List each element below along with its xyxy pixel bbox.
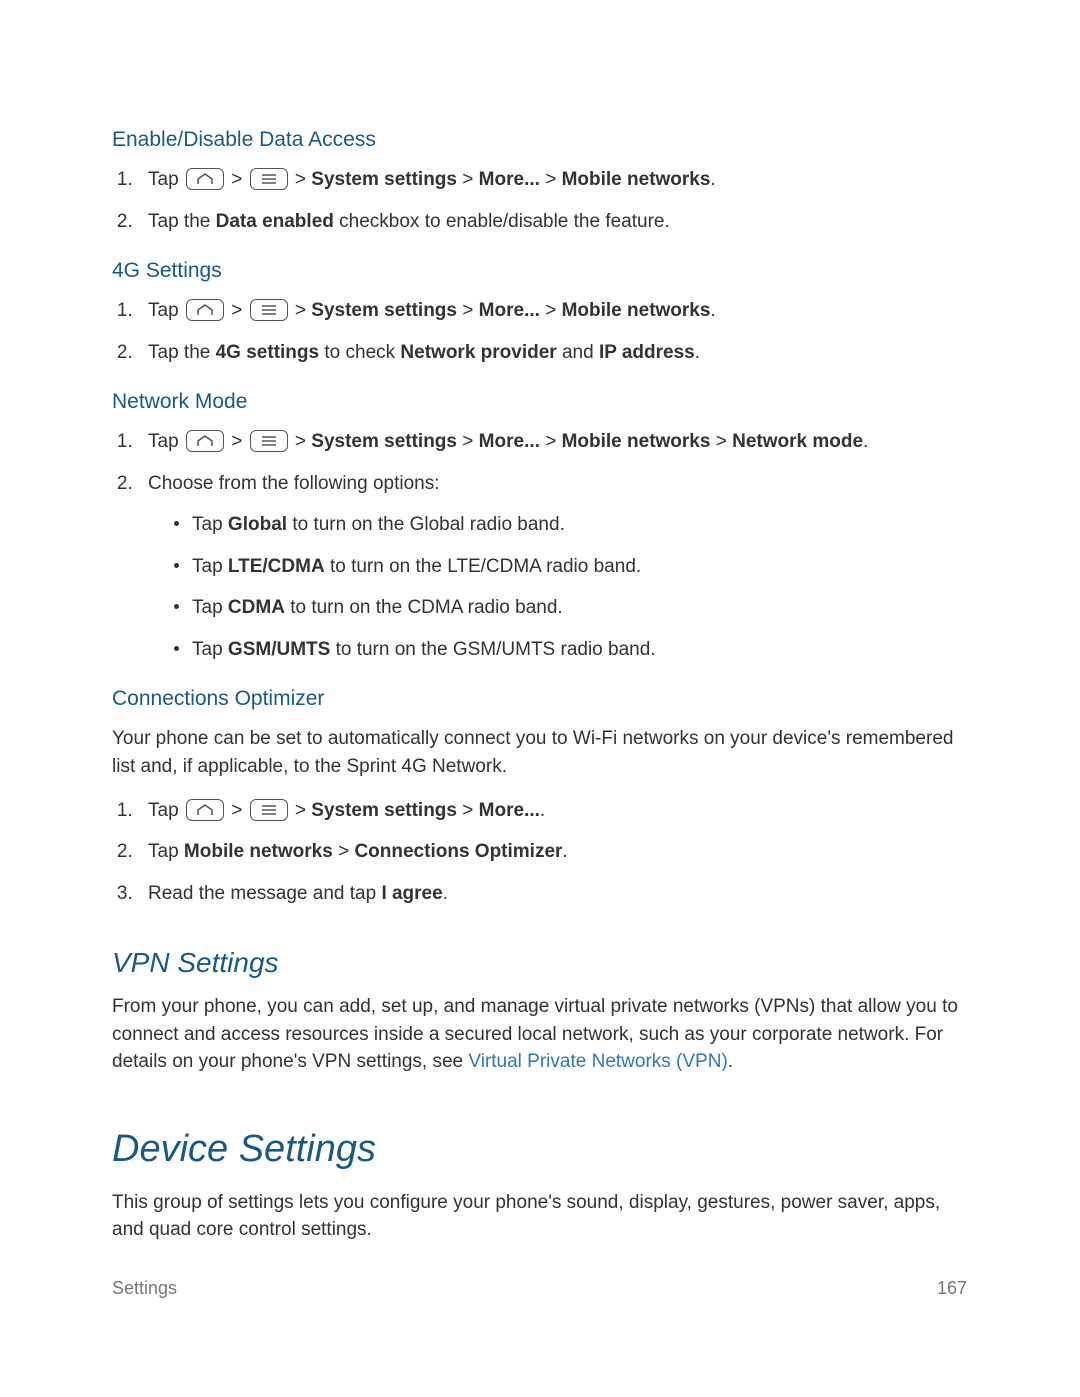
home-icon	[186, 299, 224, 321]
home-icon	[186, 430, 224, 452]
path-more: More...	[479, 169, 540, 190]
path-system-settings: System settings	[311, 300, 457, 321]
list-item: Tap LTE/CDMA to turn on the LTE/CDMA rad…	[192, 553, 967, 581]
path-more: More...	[479, 300, 540, 321]
intro-device: This group of settings lets you configur…	[112, 1189, 967, 1244]
heading-vpn-settings: VPN Settings	[112, 947, 967, 979]
heading-data-access: Enable/Disable Data Access	[112, 128, 967, 152]
link-vpn[interactable]: Virtual Private Networks (VPN)	[468, 1051, 727, 1072]
steps-network-mode: Tap > > System settings > More... > Mobi…	[112, 428, 967, 663]
steps-4g: Tap > > System settings > More... > Mobi…	[112, 297, 967, 366]
list-item: Tap > > System settings > More... > Mobi…	[138, 297, 967, 325]
home-icon	[186, 799, 224, 821]
menu-icon	[250, 168, 288, 190]
menu-icon	[250, 299, 288, 321]
list-item: Tap > > System settings > More... > Mobi…	[138, 428, 967, 456]
page-content: Enable/Disable Data Access Tap > > Syste…	[112, 128, 967, 1260]
path-more: More...	[479, 431, 540, 452]
list-item: Tap > > System settings > More... > Mobi…	[138, 166, 967, 194]
menu-icon	[250, 799, 288, 821]
path-mobile-networks: Mobile networks	[562, 300, 711, 321]
path-system-settings: System settings	[311, 431, 457, 452]
home-icon	[186, 168, 224, 190]
list-item: Read the message and tap I agree.	[138, 880, 967, 908]
page-footer: Settings 167	[112, 1278, 967, 1299]
footer-section: Settings	[112, 1278, 177, 1299]
intro-vpn: From your phone, you can add, set up, an…	[112, 993, 967, 1076]
list-item: Choose from the following options: Tap G…	[138, 470, 967, 664]
heading-4g-settings: 4G Settings	[112, 259, 967, 283]
heading-device-settings: Device Settings	[112, 1128, 967, 1171]
heading-connections-optimizer: Connections Optimizer	[112, 687, 967, 711]
list-item: Tap Global to turn on the Global radio b…	[192, 511, 967, 539]
steps-connections-optimizer: Tap > > System settings > More.... Tap M…	[112, 797, 967, 908]
list-item: Tap > > System settings > More....	[138, 797, 967, 825]
list-item: Tap CDMA to turn on the CDMA radio band.	[192, 594, 967, 622]
path-more: More...	[479, 800, 540, 821]
path-system-settings: System settings	[311, 169, 457, 190]
list-item: Tap GSM/UMTS to turn on the GSM/UMTS rad…	[192, 636, 967, 664]
heading-network-mode: Network Mode	[112, 390, 967, 414]
menu-icon	[250, 430, 288, 452]
list-item: Tap Mobile networks > Connections Optimi…	[138, 838, 967, 866]
list-item: Tap the Data enabled checkbox to enable/…	[138, 208, 967, 236]
options-list: Tap Global to turn on the Global radio b…	[148, 511, 967, 663]
path-network-mode: Network mode	[732, 431, 863, 452]
intro-connections-optimizer: Your phone can be set to automatically c…	[112, 725, 967, 780]
path-mobile-networks: Mobile networks	[562, 169, 711, 190]
steps-data-access: Tap > > System settings > More... > Mobi…	[112, 166, 967, 235]
list-item: Tap the 4G settings to check Network pro…	[138, 339, 967, 367]
path-system-settings: System settings	[311, 800, 457, 821]
path-mobile-networks: Mobile networks	[562, 431, 711, 452]
footer-page-number: 167	[937, 1278, 967, 1299]
